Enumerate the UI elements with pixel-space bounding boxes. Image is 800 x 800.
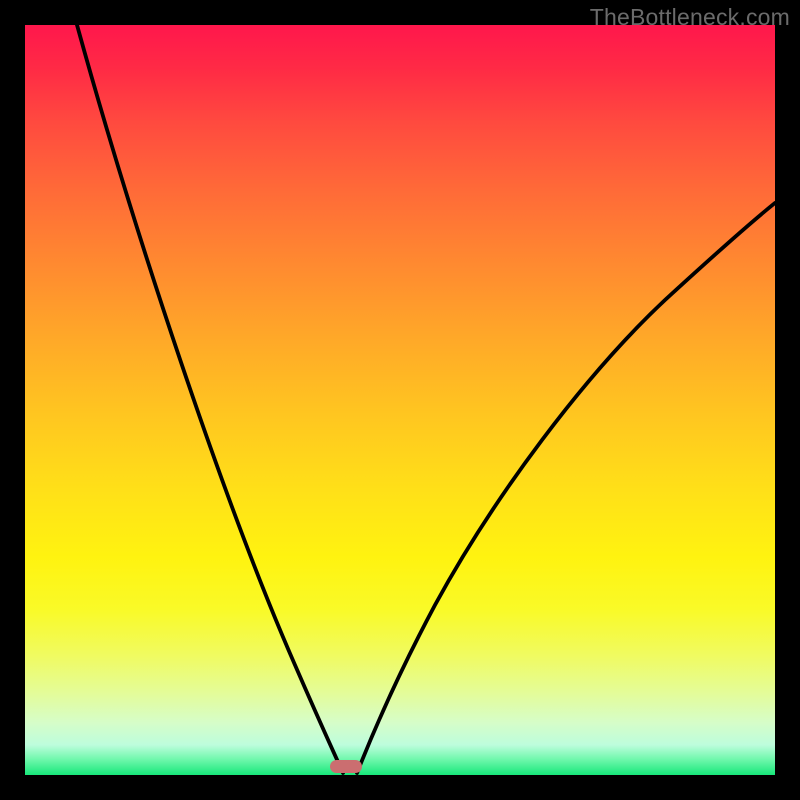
curve-left-branch [77, 25, 343, 773]
bottleneck-curve [25, 25, 775, 775]
curve-right-branch [357, 203, 775, 773]
plot-area [25, 25, 775, 775]
watermark-text: TheBottleneck.com [590, 4, 790, 31]
bottleneck-marker [330, 760, 362, 773]
